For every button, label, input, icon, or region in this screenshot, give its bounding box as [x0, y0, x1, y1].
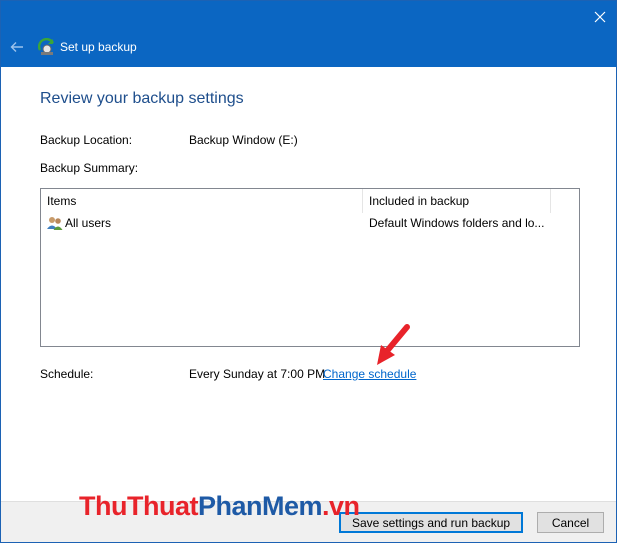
- back-arrow-icon: [10, 42, 23, 52]
- page-heading: Review your backup settings: [40, 90, 244, 107]
- users-icon: [47, 217, 63, 230]
- backup-location-value: Backup Window (E:): [189, 133, 298, 147]
- backup-summary-label: Backup Summary:: [40, 161, 139, 175]
- window-title: Set up backup: [60, 40, 137, 54]
- annotation-arrow-icon: [377, 324, 410, 365]
- watermark-part-2: PhanMem: [197, 491, 323, 521]
- content-area: Review your backup settings Backup Locat…: [1, 67, 616, 501]
- backup-summary-list[interactable]: Items Included in backup All users Defau…: [40, 188, 580, 347]
- list-header: Items Included in backup: [41, 189, 579, 213]
- cancel-button[interactable]: Cancel: [537, 512, 604, 533]
- save-and-run-button[interactable]: Save settings and run backup: [339, 512, 523, 533]
- watermark: ThuThuatPhanMem.vn: [79, 491, 360, 522]
- back-button[interactable]: [7, 37, 27, 57]
- close-icon: [594, 11, 606, 23]
- column-header-included[interactable]: Included in backup: [363, 189, 551, 213]
- row-item-name: All users: [65, 216, 112, 230]
- column-header-items[interactable]: Items: [41, 189, 363, 213]
- watermark-part-3: .vn: [322, 491, 360, 521]
- backup-location-label: Backup Location:: [40, 133, 133, 147]
- close-button[interactable]: [584, 1, 616, 33]
- watermark-part-1: ThuThuat: [79, 491, 198, 521]
- row-included-value: Default Windows folders and lo...: [369, 216, 545, 230]
- backup-app-icon: [38, 38, 55, 55]
- schedule-label: Schedule:: [40, 367, 94, 381]
- schedule-value: Every Sunday at 7:00 PM: [189, 367, 326, 381]
- title-bar: Set up backup: [1, 1, 616, 67]
- backup-window: Set up backup Review your backup setting…: [0, 0, 617, 543]
- table-row[interactable]: All users Default Windows folders and lo…: [41, 213, 579, 233]
